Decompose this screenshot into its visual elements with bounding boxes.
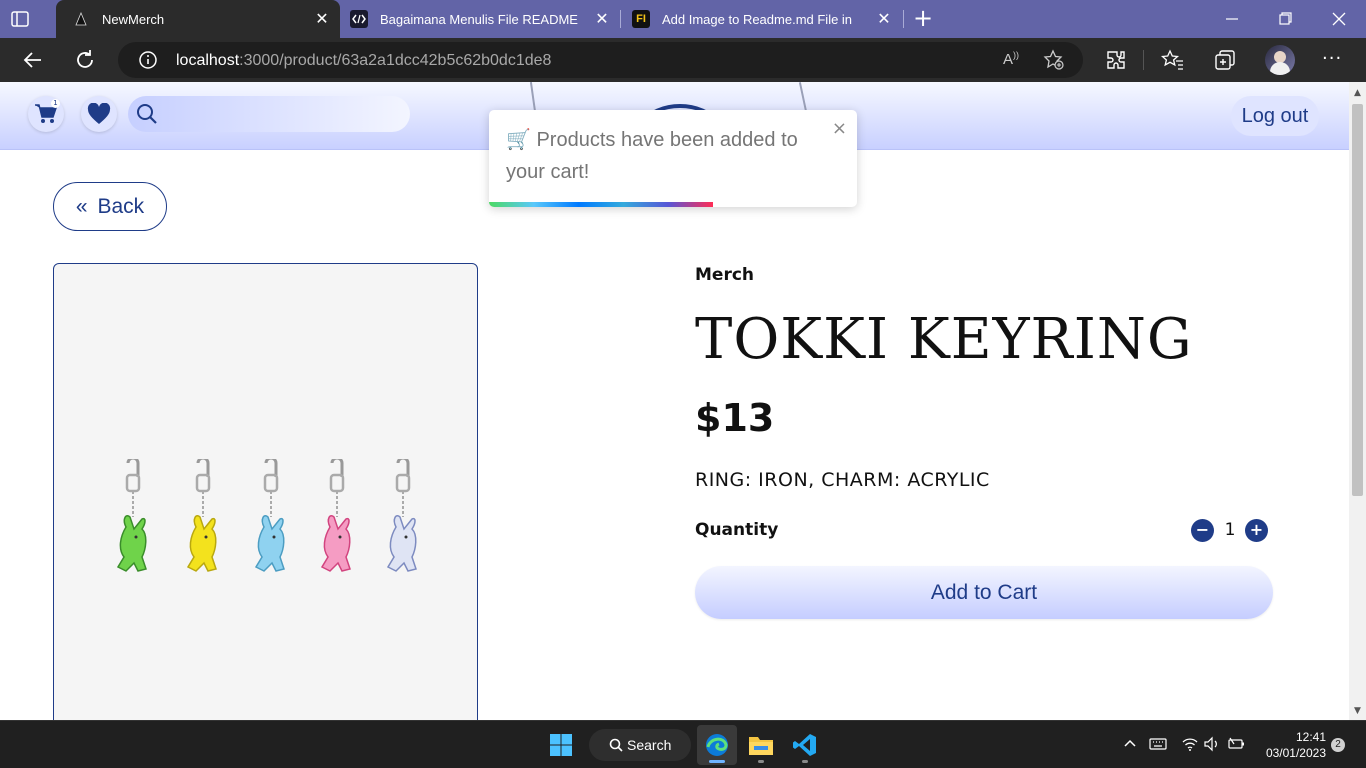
tab-close-icon[interactable]: ✕ <box>590 9 614 29</box>
tab-separator <box>620 10 621 28</box>
fi-favicon-icon: FI <box>632 10 650 28</box>
cart-button[interactable]: 1 <box>28 96 64 132</box>
back-label: Back <box>97 194 145 218</box>
wifi-icon[interactable] <box>1181 735 1199 753</box>
address-bar: localhost:3000/product/63a2a1dcc42b5c62b… <box>0 38 1366 82</box>
tab-close-icon[interactable]: ✕ <box>310 9 334 29</box>
vscode-icon <box>793 734 816 756</box>
scroll-down-icon[interactable]: ▼ <box>1352 706 1363 716</box>
quantity-increase-button[interactable]: + <box>1245 519 1268 542</box>
tab-separator <box>903 10 904 28</box>
quantity-decrease-button[interactable]: − <box>1191 519 1214 542</box>
toast-progress-bar <box>489 202 714 207</box>
refresh-icon[interactable] <box>73 48 97 72</box>
edge-icon <box>706 734 728 756</box>
add-favorite-icon[interactable] <box>1043 49 1065 71</box>
url-text: localhost:3000/product/63a2a1dcc42b5c62b… <box>176 52 551 70</box>
taskbar-search-label: Search <box>627 737 672 753</box>
merch-favicon-icon <box>72 10 90 28</box>
taskbar-vscode[interactable] <box>785 725 825 765</box>
search-icon[interactable] <box>136 103 158 125</box>
tab-close-icon[interactable]: ✕ <box>872 9 896 29</box>
close-window-icon[interactable] <box>1327 8 1351 30</box>
keyring-charm-pink <box>320 459 351 572</box>
tab-readme-guide[interactable]: Bagaimana Menulis File README ✕ <box>340 0 620 38</box>
taskbar-clock[interactable]: 12:41 03/01/2023 <box>1256 729 1326 761</box>
keyboard-icon[interactable] <box>1149 735 1167 753</box>
cart-count-badge: 1 <box>51 99 60 108</box>
chevron-up-icon[interactable] <box>1121 735 1139 753</box>
tab-newmerch[interactable]: NewMerch ✕ <box>56 0 340 38</box>
product-category: Merch <box>695 265 755 285</box>
search-input[interactable] <box>164 102 394 126</box>
page-scrollbar[interactable]: ▲ ▼ <box>1349 82 1366 720</box>
extensions-icon[interactable] <box>1104 48 1128 72</box>
keyring-charm-white <box>386 459 417 572</box>
favorites-icon[interactable] <box>1161 48 1185 72</box>
battery-icon[interactable] <box>1227 735 1245 753</box>
cart-toast: 🛒 Products have been added to your cart!… <box>489 110 857 207</box>
keyring-charm-blue <box>254 459 285 572</box>
quantity-value: 1 <box>1224 520 1236 540</box>
clock-time: 12:41 <box>1295 730 1326 744</box>
open-app-indicator <box>802 760 808 763</box>
collections-icon[interactable] <box>1213 48 1237 72</box>
quantity-label: Quantity <box>695 520 779 540</box>
read-aloud-icon[interactable]: A)) <box>1003 50 1019 68</box>
url-field[interactable]: localhost:3000/product/63a2a1dcc42b5c62b… <box>118 42 1083 78</box>
url-path: :3000/product/63a2a1dcc42b5c62b0dc1de8 <box>239 52 552 69</box>
tab-title: Add Image to Readme.md File in <box>662 11 853 27</box>
product-material: RING: IRON, CHARM: ACRYLIC <box>695 469 990 491</box>
site-info-icon[interactable] <box>138 50 158 70</box>
page-content: 1 Log out « Back Merch TOKKI KEYRING $13… <box>0 82 1349 720</box>
back-arrow-icon[interactable] <box>21 48 45 72</box>
open-app-indicator <box>758 760 764 763</box>
keyring-charm-yellow <box>186 459 217 572</box>
logo-decoration <box>529 82 537 112</box>
tab-add-image-readme[interactable]: FI Add Image to Readme.md File in ✕ <box>622 0 902 38</box>
notification-badge[interactable]: 2 <box>1331 738 1345 752</box>
windows-start-icon[interactable] <box>549 733 573 757</box>
new-tab-icon[interactable]: + <box>910 6 936 32</box>
tab-title: Bagaimana Menulis File README <box>380 11 578 27</box>
tab-title: NewMerch <box>102 11 165 27</box>
product-name: TOKKI KEYRING <box>695 307 1193 372</box>
active-app-indicator <box>709 760 725 763</box>
taskbar-file-explorer[interactable] <box>741 725 781 765</box>
product-price: $13 <box>695 396 775 440</box>
double-chevron-left-icon: « <box>75 194 88 218</box>
logout-button[interactable]: Log out <box>1231 96 1319 136</box>
product-image <box>53 263 478 720</box>
folder-icon <box>749 737 773 755</box>
toast-message: 🛒 Products have been added to your cart! <box>506 124 826 188</box>
toolbar-divider <box>1143 50 1144 70</box>
toast-message-text: Products have been added to your cart! <box>506 129 798 183</box>
heart-icon <box>87 103 111 124</box>
search-icon <box>609 738 623 752</box>
logo-decoration <box>798 82 808 112</box>
back-button[interactable]: « Back <box>53 182 167 231</box>
keyring-charm-green <box>116 459 147 572</box>
cart-emoji-icon: 🛒 <box>506 129 531 151</box>
restore-icon[interactable] <box>1273 8 1297 30</box>
search-bar <box>128 96 410 132</box>
add-to-cart-button[interactable]: Add to Cart <box>695 566 1273 619</box>
scrollbar-thumb[interactable] <box>1352 104 1363 496</box>
toast-close-icon[interactable]: × <box>832 118 847 139</box>
scroll-up-icon[interactable]: ▲ <box>1352 88 1363 98</box>
more-menu-icon[interactable]: ··· <box>1322 48 1342 69</box>
code-favicon-icon <box>350 10 368 28</box>
clock-date: 03/01/2023 <box>1265 746 1326 760</box>
volume-icon[interactable] <box>1203 735 1221 753</box>
taskbar-search-button[interactable]: Search <box>589 729 691 761</box>
profile-avatar[interactable] <box>1265 45 1295 75</box>
minimize-icon[interactable] <box>1220 8 1244 30</box>
windows-taskbar: Search 12:41 03/01/2023 2 <box>0 720 1366 768</box>
browser-tab-bar: NewMerch ✕ Bagaimana Menulis File README… <box>0 0 1366 38</box>
url-host: localhost <box>176 52 240 69</box>
taskbar-edge[interactable] <box>697 725 737 765</box>
tab-actions-icon[interactable] <box>10 9 30 29</box>
wishlist-button[interactable] <box>81 96 117 132</box>
